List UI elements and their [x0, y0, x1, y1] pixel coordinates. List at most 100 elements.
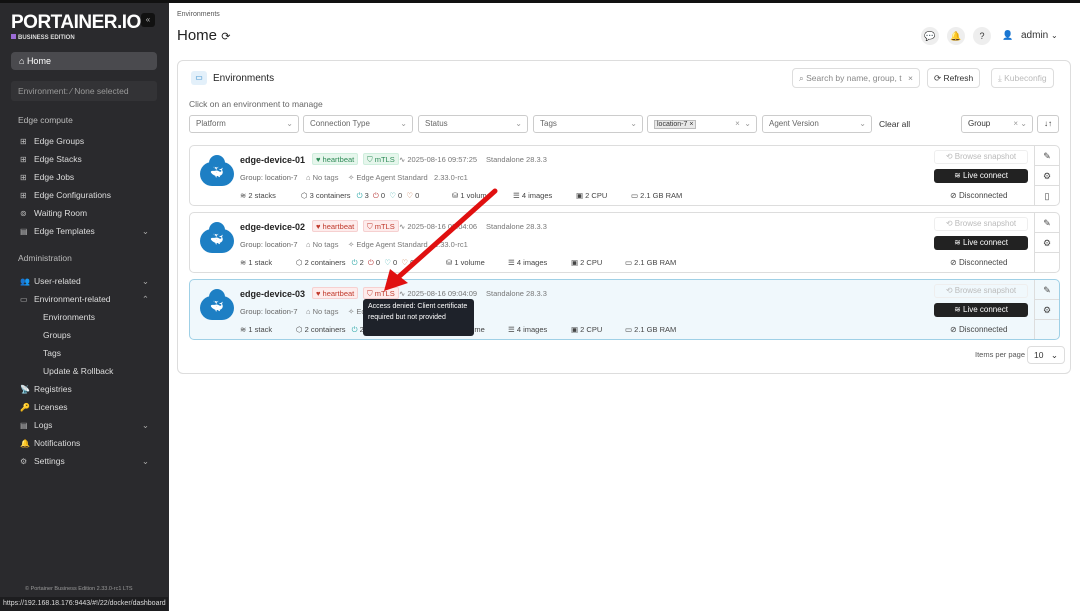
images: ☰ 4 images — [513, 191, 553, 200]
stacks: ≋ 1 stack — [240, 258, 273, 267]
browse-snapshot-button[interactable]: ⟲ Browse snapshot — [934, 284, 1028, 298]
sort-order-button[interactable]: ↓↑ — [1037, 115, 1059, 133]
cpu: ▣ 2 CPU — [576, 191, 608, 200]
running-icon: ⏻ — [356, 191, 363, 200]
live-connect-button[interactable]: ≋ Live connect — [934, 303, 1028, 317]
edit-icon[interactable]: ✎ — [1035, 146, 1059, 166]
settings-icon[interactable]: ⚙ — [1035, 166, 1059, 186]
tags-filter[interactable]: Tags ⌄ — [533, 115, 643, 133]
status-filter[interactable]: Status ⌄ — [418, 115, 528, 133]
mtls-badge[interactable]: ⛉ mTLS — [363, 153, 399, 165]
environment-selector[interactable]: Environment: ⁄ None selected — [11, 81, 157, 101]
cpu: ▣ 2 CPU — [571, 258, 603, 267]
docker-icon — [200, 155, 234, 186]
portainer-logo: PORTAINER.IO — [11, 12, 141, 33]
sidebar-item-edge-stacks[interactable]: ⊞ Edge Stacks — [0, 150, 169, 168]
user-icon: 👤 — [1002, 30, 1014, 40]
sidebar-item-edge-jobs[interactable]: ⊞ Edge Jobs — [0, 168, 169, 186]
last-checkin: ∿ 2025-08-16 09:57:25 — [399, 155, 478, 164]
cpu: ▣ 2 CPU — [571, 325, 603, 334]
agent-type: ✧ Edge Agent Standard — [348, 173, 428, 182]
stopped-icon: ⏻ — [372, 191, 379, 200]
shield-icon: ⛉ — [367, 222, 373, 231]
sidebar-item-edge-groups[interactable]: ⊞ Edge Groups — [0, 132, 169, 150]
file-icon[interactable]: ▯ — [1035, 186, 1059, 206]
sidebar-subitem-groups[interactable]: Groups — [0, 326, 169, 344]
agent-version: 2.33.0-rc1 — [434, 173, 468, 182]
edit-icon[interactable]: ✎ — [1035, 213, 1059, 233]
card-actions: ✎ ⚙ — [1034, 213, 1059, 272]
sort-select[interactable]: Group × ⌄ — [961, 115, 1033, 133]
environment-card[interactable]: edge-device-01 ♥ heartbeat ⛉ mTLS ∿ 2025… — [189, 145, 1060, 206]
edition-label: BUSINESS EDITION — [11, 34, 75, 41]
page-title: Home ⟳ — [177, 27, 231, 44]
settings-icon[interactable]: ⚙ — [1035, 300, 1059, 320]
heartbeat-badge: ♥ heartbeat — [312, 220, 359, 232]
items-per-page-select[interactable]: 10 ⌄ — [1027, 346, 1065, 364]
sidebar-item-settings[interactable]: ⚙ Settings ⌄ — [0, 452, 169, 470]
menu-icon: ⊞ — [20, 155, 27, 164]
sidebar-item-waiting-room[interactable]: ⊚ Waiting Room — [0, 204, 169, 222]
sidebar-item-environment-related[interactable]: ▭ Environment-related ⌃ — [0, 290, 169, 308]
menu-icon: ▭ — [20, 295, 28, 304]
stacks: ≋ 2 stacks — [240, 191, 276, 200]
settings-icon[interactable]: ⚙ — [1035, 233, 1059, 253]
menu-icon: 👥 — [20, 277, 30, 286]
sidebar-item-edge-templates[interactable]: ▤ Edge Templates ⌄ — [0, 222, 169, 240]
refresh-button[interactable]: ⟳ Refresh — [927, 68, 981, 88]
menu-icon: ⚙ — [20, 457, 28, 466]
browse-snapshot-button[interactable]: ⟲ Browse snapshot — [934, 217, 1028, 231]
environment-name: edge-device-03 — [240, 289, 306, 299]
edit-icon[interactable]: ✎ — [1035, 280, 1059, 300]
group-filter[interactable]: location-7 × × ⌄ — [647, 115, 757, 133]
images: ☰ 4 images — [508, 258, 548, 267]
agent-version-filter[interactable]: Agent Version ⌄ — [762, 115, 872, 133]
docker-icon — [200, 289, 234, 320]
sidebar-subitem-environments[interactable]: Environments — [0, 308, 169, 326]
collapse-sidebar-button[interactable]: « — [141, 13, 155, 27]
environment-card[interactable]: edge-device-02 ♥ heartbeat ⛉ mTLS ∿ 2025… — [189, 212, 1060, 273]
sidebar-subitem-update-rollback[interactable]: Update & Rollback — [0, 362, 169, 380]
stopped-icon: ⏻ — [367, 258, 374, 267]
connection-status: ⊘ Disconnected — [950, 258, 1008, 267]
section-administration: Administration — [18, 253, 72, 263]
browse-snapshot-button[interactable]: ⟲ Browse snapshot — [934, 150, 1028, 164]
sidebar-item-edge-configurations[interactable]: ⊞ Edge Configurations — [0, 186, 169, 204]
group: Group: location-7 — [240, 240, 298, 249]
help-icon[interactable]: ? — [973, 27, 991, 45]
environment-type: Standalone 28.3.3 — [486, 155, 547, 164]
kubeconfig-button[interactable]: ⤓ Kubeconfig — [991, 68, 1054, 88]
sidebar-subitem-tags[interactable]: Tags — [0, 344, 169, 362]
ram: ▭ 2.1 GB RAM — [625, 258, 677, 267]
remove-chip-icon[interactable]: × — [689, 121, 693, 128]
sidebar-item-registries[interactable]: 📡 Registries — [0, 380, 169, 398]
menu-icon: 🔑 — [20, 403, 30, 412]
search-input[interactable]: ⌕ Search by name, group, t × — [792, 68, 920, 88]
platform-filter[interactable]: Platform ⌄ — [189, 115, 299, 133]
activity-icon: ∿ — [399, 155, 406, 164]
home-icon: ⌂ — [19, 56, 27, 66]
clear-all-button[interactable]: Clear all — [879, 119, 910, 129]
notification-bell-icon[interactable]: 🔔 — [947, 27, 965, 45]
sidebar-item-user-related[interactable]: 👥 User-related ⌄ — [0, 272, 169, 290]
menu-icon: ⊞ — [20, 191, 27, 200]
chat-icon[interactable]: 💬 — [921, 27, 939, 45]
sidebar-item-notifications[interactable]: 🔔 Notifications — [0, 434, 169, 452]
sidebar: PORTAINER.IO BUSINESS EDITION « ⌂ Home E… — [0, 3, 169, 611]
refresh-icon[interactable]: ⟳ — [221, 31, 230, 43]
environment-card[interactable]: edge-device-03 ♥ heartbeat ⛉ mTLS ∿ 2025… — [189, 279, 1060, 340]
heart-icon: ♥ — [316, 289, 321, 298]
environment-name: edge-device-02 — [240, 222, 306, 232]
sidebar-item-licenses[interactable]: 🔑 Licenses — [0, 398, 169, 416]
sidebar-item-home[interactable]: ⌂ Home — [11, 52, 157, 70]
breadcrumb[interactable]: Environments — [177, 11, 220, 18]
live-connect-button[interactable]: ≋ Live connect — [934, 169, 1028, 183]
connection-status: ⊘ Disconnected — [950, 325, 1008, 334]
ram: ▭ 2.1 GB RAM — [631, 191, 683, 200]
shield-icon: ⛉ — [367, 289, 373, 298]
heart-icon: ♥ — [316, 155, 321, 164]
live-connect-button[interactable]: ≋ Live connect — [934, 236, 1028, 250]
connection-type-filter[interactable]: Connection Type ⌄ — [303, 115, 413, 133]
user-menu[interactable]: admin ⌄ — [1021, 30, 1058, 41]
sidebar-item-logs[interactable]: ▤ Logs ⌄ — [0, 416, 169, 434]
